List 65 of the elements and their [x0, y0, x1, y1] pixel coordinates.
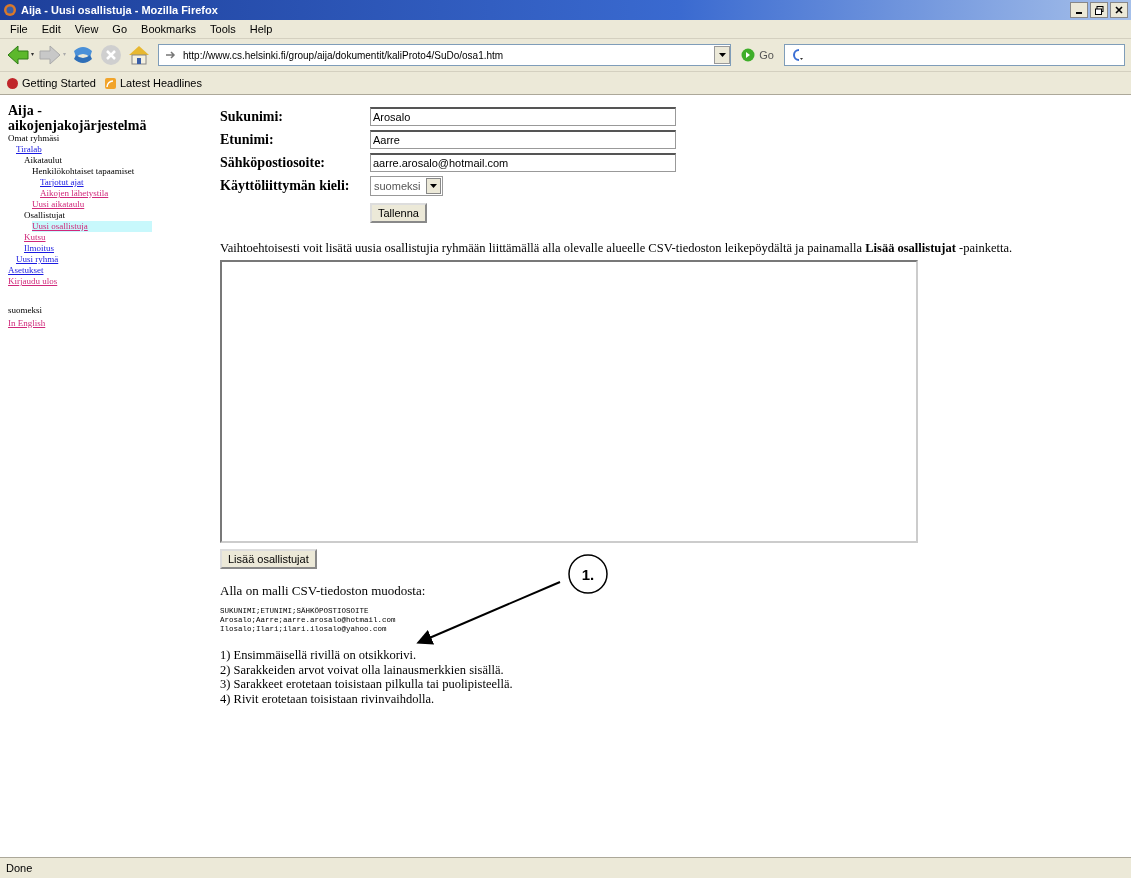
- tree-link[interactable]: Ilmoitus: [24, 243, 54, 253]
- tree-link[interactable]: Tiralab: [16, 144, 42, 154]
- sample-heading: Alla on malli CSV-tiedoston muodosta:: [220, 583, 427, 599]
- menu-item[interactable]: Go: [112, 23, 128, 35]
- tree-link[interactable]: In English: [8, 318, 46, 328]
- caret-icon: [430, 184, 438, 188]
- tree-link[interactable]: Uusi ryhmä: [16, 254, 59, 264]
- menu-item[interactable]: Help: [249, 23, 273, 35]
- callout-label: 1.: [581, 566, 595, 583]
- bookmark-link[interactable]: Latest Headlines: [104, 76, 202, 90]
- save-button[interactable]: Tallenna: [370, 203, 427, 223]
- tree-heading: Aikataulut: [24, 155, 62, 165]
- menu-item[interactable]: File: [10, 23, 28, 35]
- close-button[interactable]: [1110, 2, 1128, 18]
- search-field[interactable]: [784, 44, 1125, 66]
- minimize-button[interactable]: [1070, 2, 1088, 18]
- restore-button[interactable]: [1090, 2, 1108, 18]
- close-icon: [1115, 6, 1123, 14]
- tree-link[interactable]: Asetukset: [8, 265, 44, 275]
- tree-heading: Omat ryhmäsi: [8, 133, 60, 143]
- text-field[interactable]: Arosalo: [370, 107, 676, 126]
- field-label: Sukunimi:: [220, 108, 285, 125]
- tree-link[interactable]: Uusi aikataulu: [32, 199, 85, 209]
- add-participants-button[interactable]: Lisää osallistujat: [220, 549, 317, 569]
- bookmark-icon: [6, 76, 19, 90]
- callout-circle: [568, 554, 608, 594]
- tree-heading: suomeksi: [8, 305, 42, 315]
- browser-icon: [3, 3, 17, 17]
- language-dropdown[interactable]: suomeksi: [370, 176, 444, 196]
- window-title: Aija - Uusi osallistuja - Mozilla Firefox: [21, 4, 218, 16]
- tree-link[interactable]: Aikojen lähetystila: [40, 188, 109, 198]
- status-text: Done: [6, 862, 33, 874]
- menu-item[interactable]: Bookmarks: [141, 23, 197, 35]
- tree-link[interactable]: Uusi osallistuja: [32, 221, 152, 232]
- text-field[interactable]: Aarre: [370, 130, 676, 149]
- rule-text: 3) Sarakkeet erotetaan toisistaan pilkulla tai puolipisteellä.: [220, 677, 514, 692]
- play-icon: [741, 48, 756, 62]
- tree-link[interactable]: Tarjotut ajat: [40, 177, 84, 187]
- go-button[interactable]: Go: [733, 48, 782, 62]
- field-label: Sähköpostiosoite:: [220, 154, 327, 171]
- address-field[interactable]: http://www.cs.helsinki.fi/group/aija/dokumentit/kaliProto4/SuDo/osa1.htm: [158, 44, 732, 66]
- restore-icon: [1094, 5, 1104, 15]
- menu-item[interactable]: Tools: [210, 23, 236, 35]
- tree-link[interactable]: Kirjaudu ulos: [8, 276, 58, 286]
- text-field[interactable]: aarre.arosalo@hotmail.com: [370, 153, 676, 172]
- bookmark-link[interactable]: Getting Started: [6, 76, 96, 90]
- tree-heading: Henkilökohtaiset tapaamiset: [32, 166, 135, 176]
- tree-link[interactable]: Kutsu: [24, 232, 46, 242]
- field-label: Käyttöliittymän kieli:: [220, 178, 351, 194]
- page-icon: [165, 50, 177, 60]
- rule-text: 1) Ensimmäisellä rivillä on otsikkorivi.: [220, 648, 418, 663]
- feed-icon: [104, 76, 117, 90]
- caret-icon: [718, 53, 726, 57]
- field-label: Etunimi:: [220, 131, 275, 148]
- rule-text: 4) Rivit erotetaan toisistaan rivinvaihdolla.: [220, 691, 436, 706]
- dropdown-button[interactable]: [714, 46, 731, 64]
- instruction-text: Vaihtoehtoisesti voit lisätä uusia osallistujia ryhmään liittämällä alla olevalle alueelle CSV-tiedoston leikepöydältä ja painamalla Lisää osallistujat -painketta.: [220, 241, 1014, 256]
- rule-text: 2) Sarakkeiden arvot voivat olla lainausmerkkien sisällä.: [220, 662, 505, 677]
- address-text: http://www.cs.helsinki.fi/group/aija/dokumentit/kaliProto4/SuDo/osa1.htm: [183, 49, 505, 61]
- back-icon[interactable]: [6, 43, 36, 67]
- menu-item[interactable]: Edit: [41, 23, 61, 35]
- app-title: Aija - aikojenjakojärjestelmä: [8, 103, 148, 133]
- menu-item[interactable]: View: [74, 23, 99, 35]
- tree-heading: Osallistujat: [24, 210, 65, 220]
- csv-input-area[interactable]: [220, 260, 918, 543]
